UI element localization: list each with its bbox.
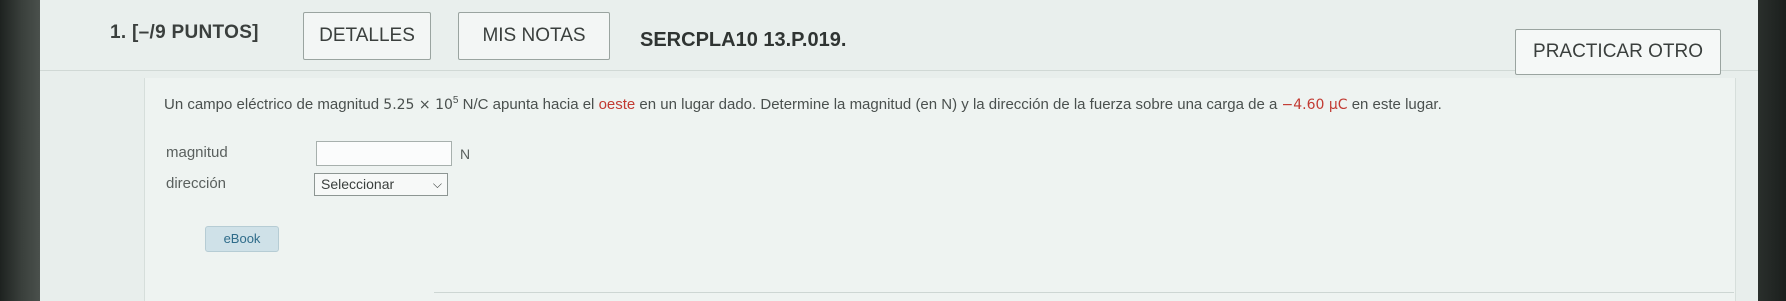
question-id: SERCPLA10 13.P.019. — [640, 29, 847, 51]
right-bezel — [1758, 0, 1786, 301]
direction-select-value: Seleccionar — [321, 176, 395, 192]
question-text-part-1: Un campo eléctrico de magnitud — [164, 96, 384, 113]
ebook-button[interactable]: eBook — [205, 226, 279, 252]
practice-another-button[interactable]: PRACTICAR OTRO — [1515, 29, 1721, 75]
chevron-down-icon: ⌵ — [432, 177, 442, 191]
direction-select[interactable]: Seleccionar ⌵ — [314, 173, 448, 196]
direction-label: dirección — [166, 175, 227, 192]
direction-word: oeste — [598, 96, 636, 113]
details-button[interactable]: DETALLES — [303, 12, 431, 60]
magnitude-input[interactable] — [316, 141, 452, 166]
question-number: 1. [–/9 PUNTOS] — [110, 22, 259, 43]
magnitude-label: magnitud — [166, 144, 228, 161]
question-text-part-4: en este lugar. — [1347, 96, 1442, 113]
question-text: Un campo eléctrico de magnitud 5.25 × 10… — [164, 90, 1724, 116]
left-bezel — [0, 0, 40, 301]
magnitude-unit: N — [460, 146, 471, 162]
charge-value: −4.60 μC — [1281, 97, 1348, 113]
question-text-part-3: en un lugar dado. Determine la magnitud … — [635, 96, 1282, 113]
field-units: N/C — [458, 96, 489, 113]
divider — [434, 292, 1734, 293]
my-notes-button[interactable]: MIS NOTAS — [458, 12, 610, 60]
field-magnitude-value: 5.25 × 10 — [383, 97, 453, 113]
screen: 1. [–/9 PUNTOS] DETALLES MIS NOTAS SERCP… — [40, 0, 1758, 301]
question-header: 1. [–/9 PUNTOS] DETALLES MIS NOTAS SERCP… — [40, 0, 1758, 75]
question-text-part-2: apunta hacia el — [488, 96, 599, 113]
